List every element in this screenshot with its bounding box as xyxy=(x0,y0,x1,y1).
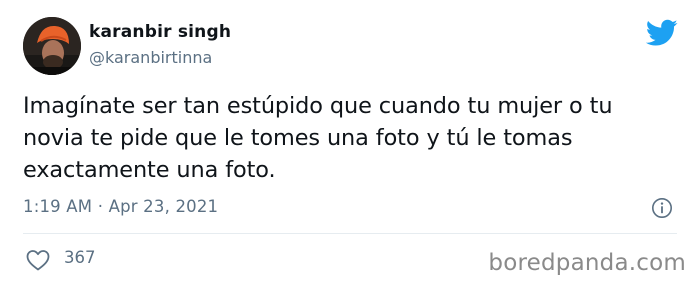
tweet-text: Imagínate ser tan estúpido que cuando tu… xyxy=(23,90,663,186)
tweet-text-line: Imagínate ser tan estúpido que cuando tu… xyxy=(23,93,613,119)
avatar[interactable] xyxy=(23,17,81,75)
tweet-timestamp[interactable]: 1:19 AM · Apr 23, 2021 xyxy=(23,197,218,216)
author-display-name[interactable]: karanbir singh xyxy=(89,22,231,42)
timestamp-separator: · xyxy=(97,197,104,216)
tweet-date: Apr 23, 2021 xyxy=(108,197,219,216)
tweet-time: 1:19 AM xyxy=(23,197,93,216)
divider xyxy=(23,233,677,234)
like-count: 367 xyxy=(64,248,96,267)
tweet-text-line: novia te pide que le tomes una foto y tú… xyxy=(23,125,573,151)
avatar-image xyxy=(23,17,81,75)
heart-icon[interactable] xyxy=(25,248,51,272)
info-icon[interactable] xyxy=(651,197,673,219)
watermark: boredpanda.com xyxy=(488,250,686,276)
author-handle[interactable]: @karanbirtinna xyxy=(89,48,212,67)
tweet-text-line: exactamente una foto. xyxy=(23,157,276,183)
twitter-bird-icon[interactable] xyxy=(645,19,678,47)
